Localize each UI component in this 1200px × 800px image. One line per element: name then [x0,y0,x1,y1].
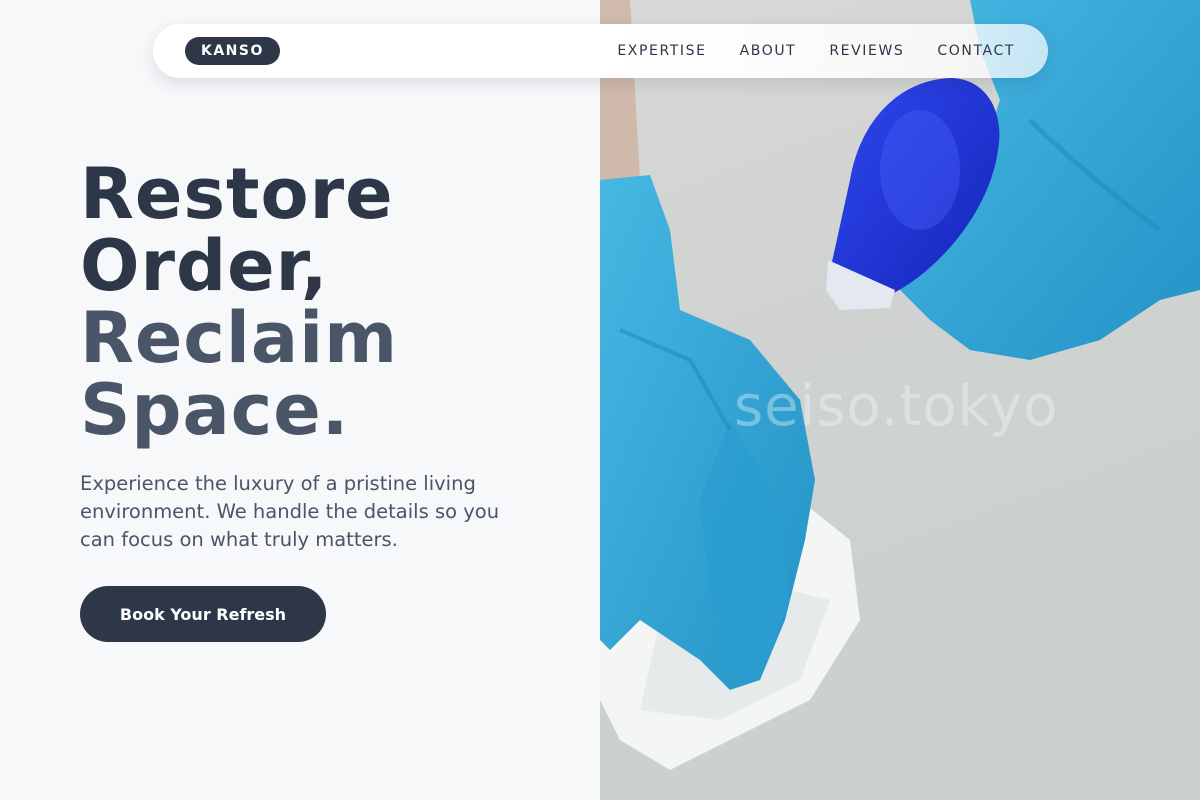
hero-title-line: Order, [80,225,329,307]
hero-subtitle: Experience the luxury of a pristine livi… [80,472,500,551]
nav-link-expertise[interactable]: EXPERTISE [617,43,706,59]
book-refresh-button[interactable]: Book Your Refresh [80,586,326,642]
nav-links: EXPERTISE ABOUT REVIEWS CONTACT [617,43,1015,59]
brand-logo[interactable]: KANSO [185,37,280,65]
hero-title-line: Space. [80,369,350,451]
hero-title-line: Reclaim [80,297,399,379]
nav-link-reviews[interactable]: REVIEWS [829,43,904,59]
hero-title: Restore Order, Reclaim Space. [80,158,398,446]
top-navbar: KANSO EXPERTISE ABOUT REVIEWS CONTACT [153,24,1048,78]
watermark-text: seiso.tokyo [734,374,1059,439]
hero-image: seiso.tokyo [600,0,1200,800]
nav-link-contact[interactable]: CONTACT [937,43,1015,59]
hero-title-line: Restore [80,153,394,235]
nav-link-about[interactable]: ABOUT [740,43,797,59]
